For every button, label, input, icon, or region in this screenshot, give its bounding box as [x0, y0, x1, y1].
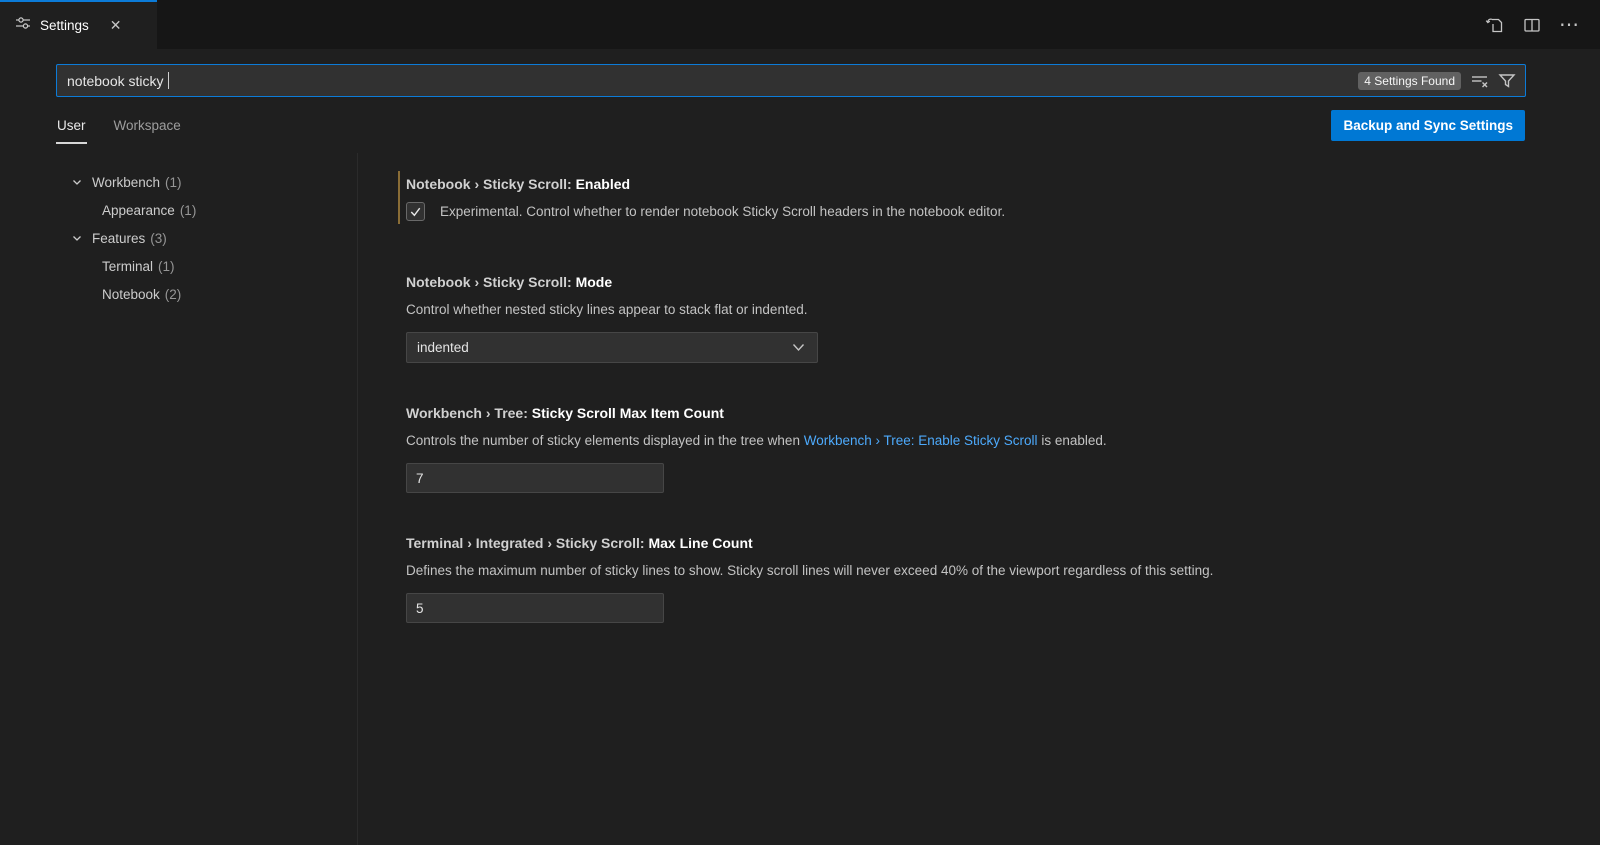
setting-label: Max Line Count [648, 535, 752, 551]
toc-item-features[interactable]: Features (3) [0, 224, 357, 252]
toc-label: Notebook [102, 287, 160, 302]
setting-category: Notebook › Sticky Scroll: [406, 176, 576, 192]
setting-link[interactable]: Workbench › Tree: Enable Sticky Scroll [804, 433, 1038, 448]
description-text: is enabled. [1038, 433, 1107, 448]
setting-title: Workbench › Tree: Sticky Scroll Max Item… [406, 405, 1560, 421]
settings-editor: Settings ✕ ⋯ notebook sticky [0, 0, 1600, 845]
toc-label: Features [92, 231, 145, 246]
setting-title: Terminal › Integrated › Sticky Scroll: M… [406, 535, 1560, 551]
scope-row: User Workspace Backup and Sync Settings [56, 110, 1525, 144]
toc-count: (3) [150, 231, 167, 246]
checkbox-checked[interactable] [406, 202, 425, 221]
settings-sliders-icon [15, 15, 31, 36]
text-cursor [168, 72, 170, 89]
tab-user[interactable]: User [56, 110, 87, 144]
clear-search-results-icon[interactable] [1471, 73, 1488, 89]
toc-count: (1) [158, 259, 175, 274]
setting-notebook-sticky-scroll-mode: Notebook › Sticky Scroll: Mode Control w… [406, 274, 1560, 363]
editor-actions: ⋯ [1485, 0, 1600, 49]
toc-count: (2) [165, 287, 182, 302]
search-controls: 4 Settings Found [1358, 72, 1516, 90]
setting-tree-sticky-scroll-max-item-count: Workbench › Tree: Sticky Scroll Max Item… [406, 405, 1560, 493]
setting-title: Notebook › Sticky Scroll: Mode [406, 274, 1560, 290]
tab-workspace[interactable]: Workspace [113, 110, 182, 144]
settings-list: Notebook › Sticky Scroll: Enabled Experi… [358, 153, 1600, 845]
setting-label: Enabled [576, 176, 630, 192]
setting-terminal-sticky-scroll-max-line-count: Terminal › Integrated › Sticky Scroll: M… [406, 535, 1560, 623]
max-item-count-input[interactable] [406, 463, 664, 493]
setting-label: Mode [576, 274, 613, 290]
more-actions-icon[interactable]: ⋯ [1559, 15, 1580, 35]
setting-notebook-sticky-scroll-enabled: Notebook › Sticky Scroll: Enabled Experi… [406, 176, 1560, 221]
setting-description: Defines the maximum number of sticky lin… [406, 561, 1560, 580]
open-settings-json-icon[interactable] [1485, 15, 1505, 34]
tab-title: Settings [40, 18, 89, 33]
filter-icon[interactable] [1498, 72, 1516, 89]
setting-label: Sticky Scroll Max Item Count [532, 405, 724, 421]
chevron-down-icon [792, 343, 805, 352]
setting-description: Control whether nested sticky lines appe… [406, 300, 1560, 319]
toc-item-terminal[interactable]: Terminal (1) [0, 252, 357, 280]
toc-item-appearance[interactable]: Appearance (1) [0, 196, 357, 224]
search-query-text: notebook sticky [67, 73, 164, 89]
setting-checkbox-row: Experimental. Control whether to render … [406, 202, 1560, 221]
toc-label: Appearance [102, 203, 175, 218]
results-count-badge: 4 Settings Found [1358, 72, 1461, 90]
selected-option: indented [417, 340, 469, 355]
toc-count: (1) [165, 175, 182, 190]
description-text: Controls the number of sticky elements d… [406, 433, 804, 448]
toc-label: Terminal [102, 259, 153, 274]
settings-toc: Workbench (1) Appearance (1) Features (3… [0, 153, 358, 845]
setting-title: Notebook › Sticky Scroll: Enabled [406, 176, 1560, 192]
toc-count: (1) [180, 203, 197, 218]
editor-tab-bar: Settings ✕ ⋯ [0, 0, 1600, 49]
toc-item-notebook[interactable]: Notebook (2) [0, 280, 357, 308]
split-editor-icon[interactable] [1523, 17, 1541, 33]
max-line-count-input[interactable] [406, 593, 664, 623]
close-tab-icon[interactable]: ✕ [110, 17, 122, 34]
setting-category: Notebook › Sticky Scroll: [406, 274, 576, 290]
setting-description: Controls the number of sticky elements d… [406, 431, 1560, 450]
toc-item-workbench[interactable]: Workbench (1) [0, 168, 357, 196]
setting-category: Terminal › Integrated › Sticky Scroll: [406, 535, 648, 551]
mode-select-dropdown[interactable]: indented [406, 332, 818, 363]
chevron-down-icon [69, 174, 85, 190]
search-row: notebook sticky 4 Settings Found [56, 64, 1526, 97]
settings-search-input[interactable]: notebook sticky 4 Settings Found [56, 64, 1526, 97]
toc-label: Workbench [92, 175, 160, 190]
settings-tab[interactable]: Settings ✕ [0, 0, 157, 49]
setting-description: Experimental. Control whether to render … [440, 202, 1005, 221]
backup-and-sync-settings-button[interactable]: Backup and Sync Settings [1331, 110, 1525, 141]
settings-body: Workbench (1) Appearance (1) Features (3… [0, 153, 1600, 845]
chevron-down-icon [69, 230, 85, 246]
setting-category: Workbench › Tree: [406, 405, 532, 421]
